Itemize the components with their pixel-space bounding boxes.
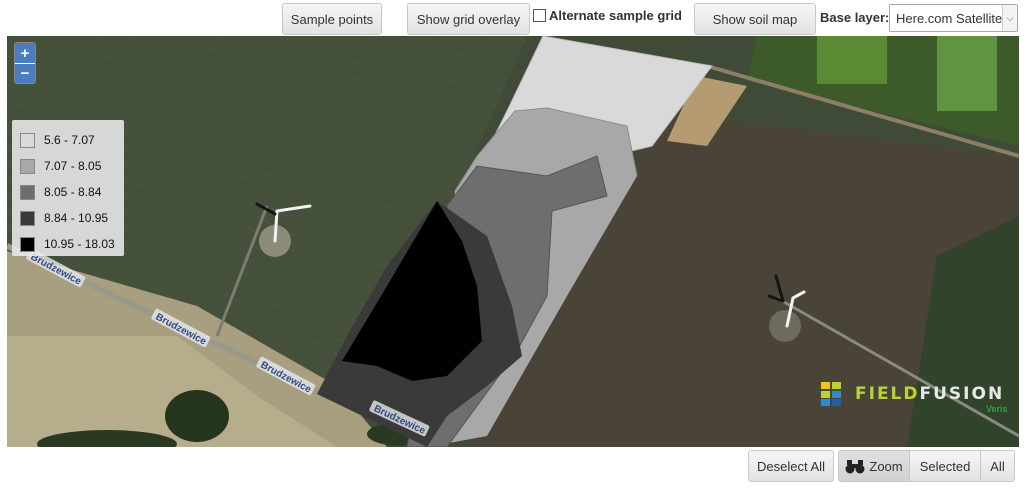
legend: 5.6 - 7.07 7.07 - 8.05 8.05 - 8.84 8.84 - 1… — [12, 120, 124, 256]
fieldfusion-logo: FIELDFUSION Veris — [821, 382, 1019, 422]
zoom-button[interactable]: Zoom — [838, 450, 910, 482]
zoom-label: Zoom — [869, 458, 903, 474]
legend-item: 10.95 - 18.03 — [20, 231, 124, 257]
legend-swatch — [20, 236, 35, 252]
legend-swatch — [20, 158, 35, 174]
alternate-sample-grid-checkbox[interactable] — [533, 9, 546, 22]
zoom-control: + − — [14, 42, 36, 84]
logo-text-field: FIELD — [855, 384, 920, 404]
show-soil-map-button[interactable]: Show soil map — [694, 3, 816, 35]
legend-item: 7.07 - 8.05 — [20, 153, 124, 179]
toolbar: Sample points Show grid overlay Alternat… — [0, 0, 1024, 36]
legend-swatch — [20, 132, 35, 148]
legend-label: 8.84 - 10.95 — [44, 211, 109, 225]
binoculars-icon — [845, 459, 865, 473]
legend-item: 5.6 - 7.07 — [20, 127, 124, 153]
base-layer-select[interactable]: Here.com Satellite ⌵ — [889, 4, 1018, 32]
legend-swatch — [20, 184, 35, 200]
logo-mark-icon — [821, 382, 841, 406]
legend-swatch — [20, 210, 35, 226]
logo-text-fusion: FUSION — [919, 384, 1005, 404]
base-layer-label: Base layer: — [820, 10, 890, 25]
alternate-sample-grid-label: Alternate sample grid — [549, 8, 682, 23]
legend-label: 8.05 - 8.84 — [44, 185, 102, 199]
legend-item: 8.84 - 10.95 — [20, 205, 124, 231]
sample-points-button[interactable]: Sample points — [282, 3, 382, 35]
base-layer-value: Here.com Satellite — [896, 10, 1003, 26]
alternate-sample-grid-toggle[interactable]: Alternate sample grid — [533, 8, 682, 23]
legend-item: 8.05 - 8.84 — [20, 179, 124, 205]
legend-label: 5.6 - 7.07 — [44, 133, 95, 147]
zoom-in-button[interactable]: + — [15, 43, 35, 63]
show-grid-overlay-button[interactable]: Show grid overlay — [407, 3, 530, 35]
logo-subtext: Veris — [986, 404, 1008, 414]
deselect-all-button[interactable]: Deselect All — [748, 450, 834, 482]
selected-button[interactable]: Selected — [909, 450, 981, 482]
map-view[interactable]: Brudzewice Brudzewice Brudzewice Brudzew… — [7, 36, 1019, 447]
all-button[interactable]: All — [980, 450, 1015, 482]
legend-label: 7.07 - 8.05 — [44, 159, 102, 173]
chevron-down-icon[interactable]: ⌵ — [1002, 5, 1017, 31]
bottom-toolbar: Deselect All Zoom Selected All — [0, 448, 1024, 491]
legend-label: 10.95 - 18.03 — [44, 237, 115, 251]
zoom-out-button[interactable]: − — [15, 63, 35, 83]
